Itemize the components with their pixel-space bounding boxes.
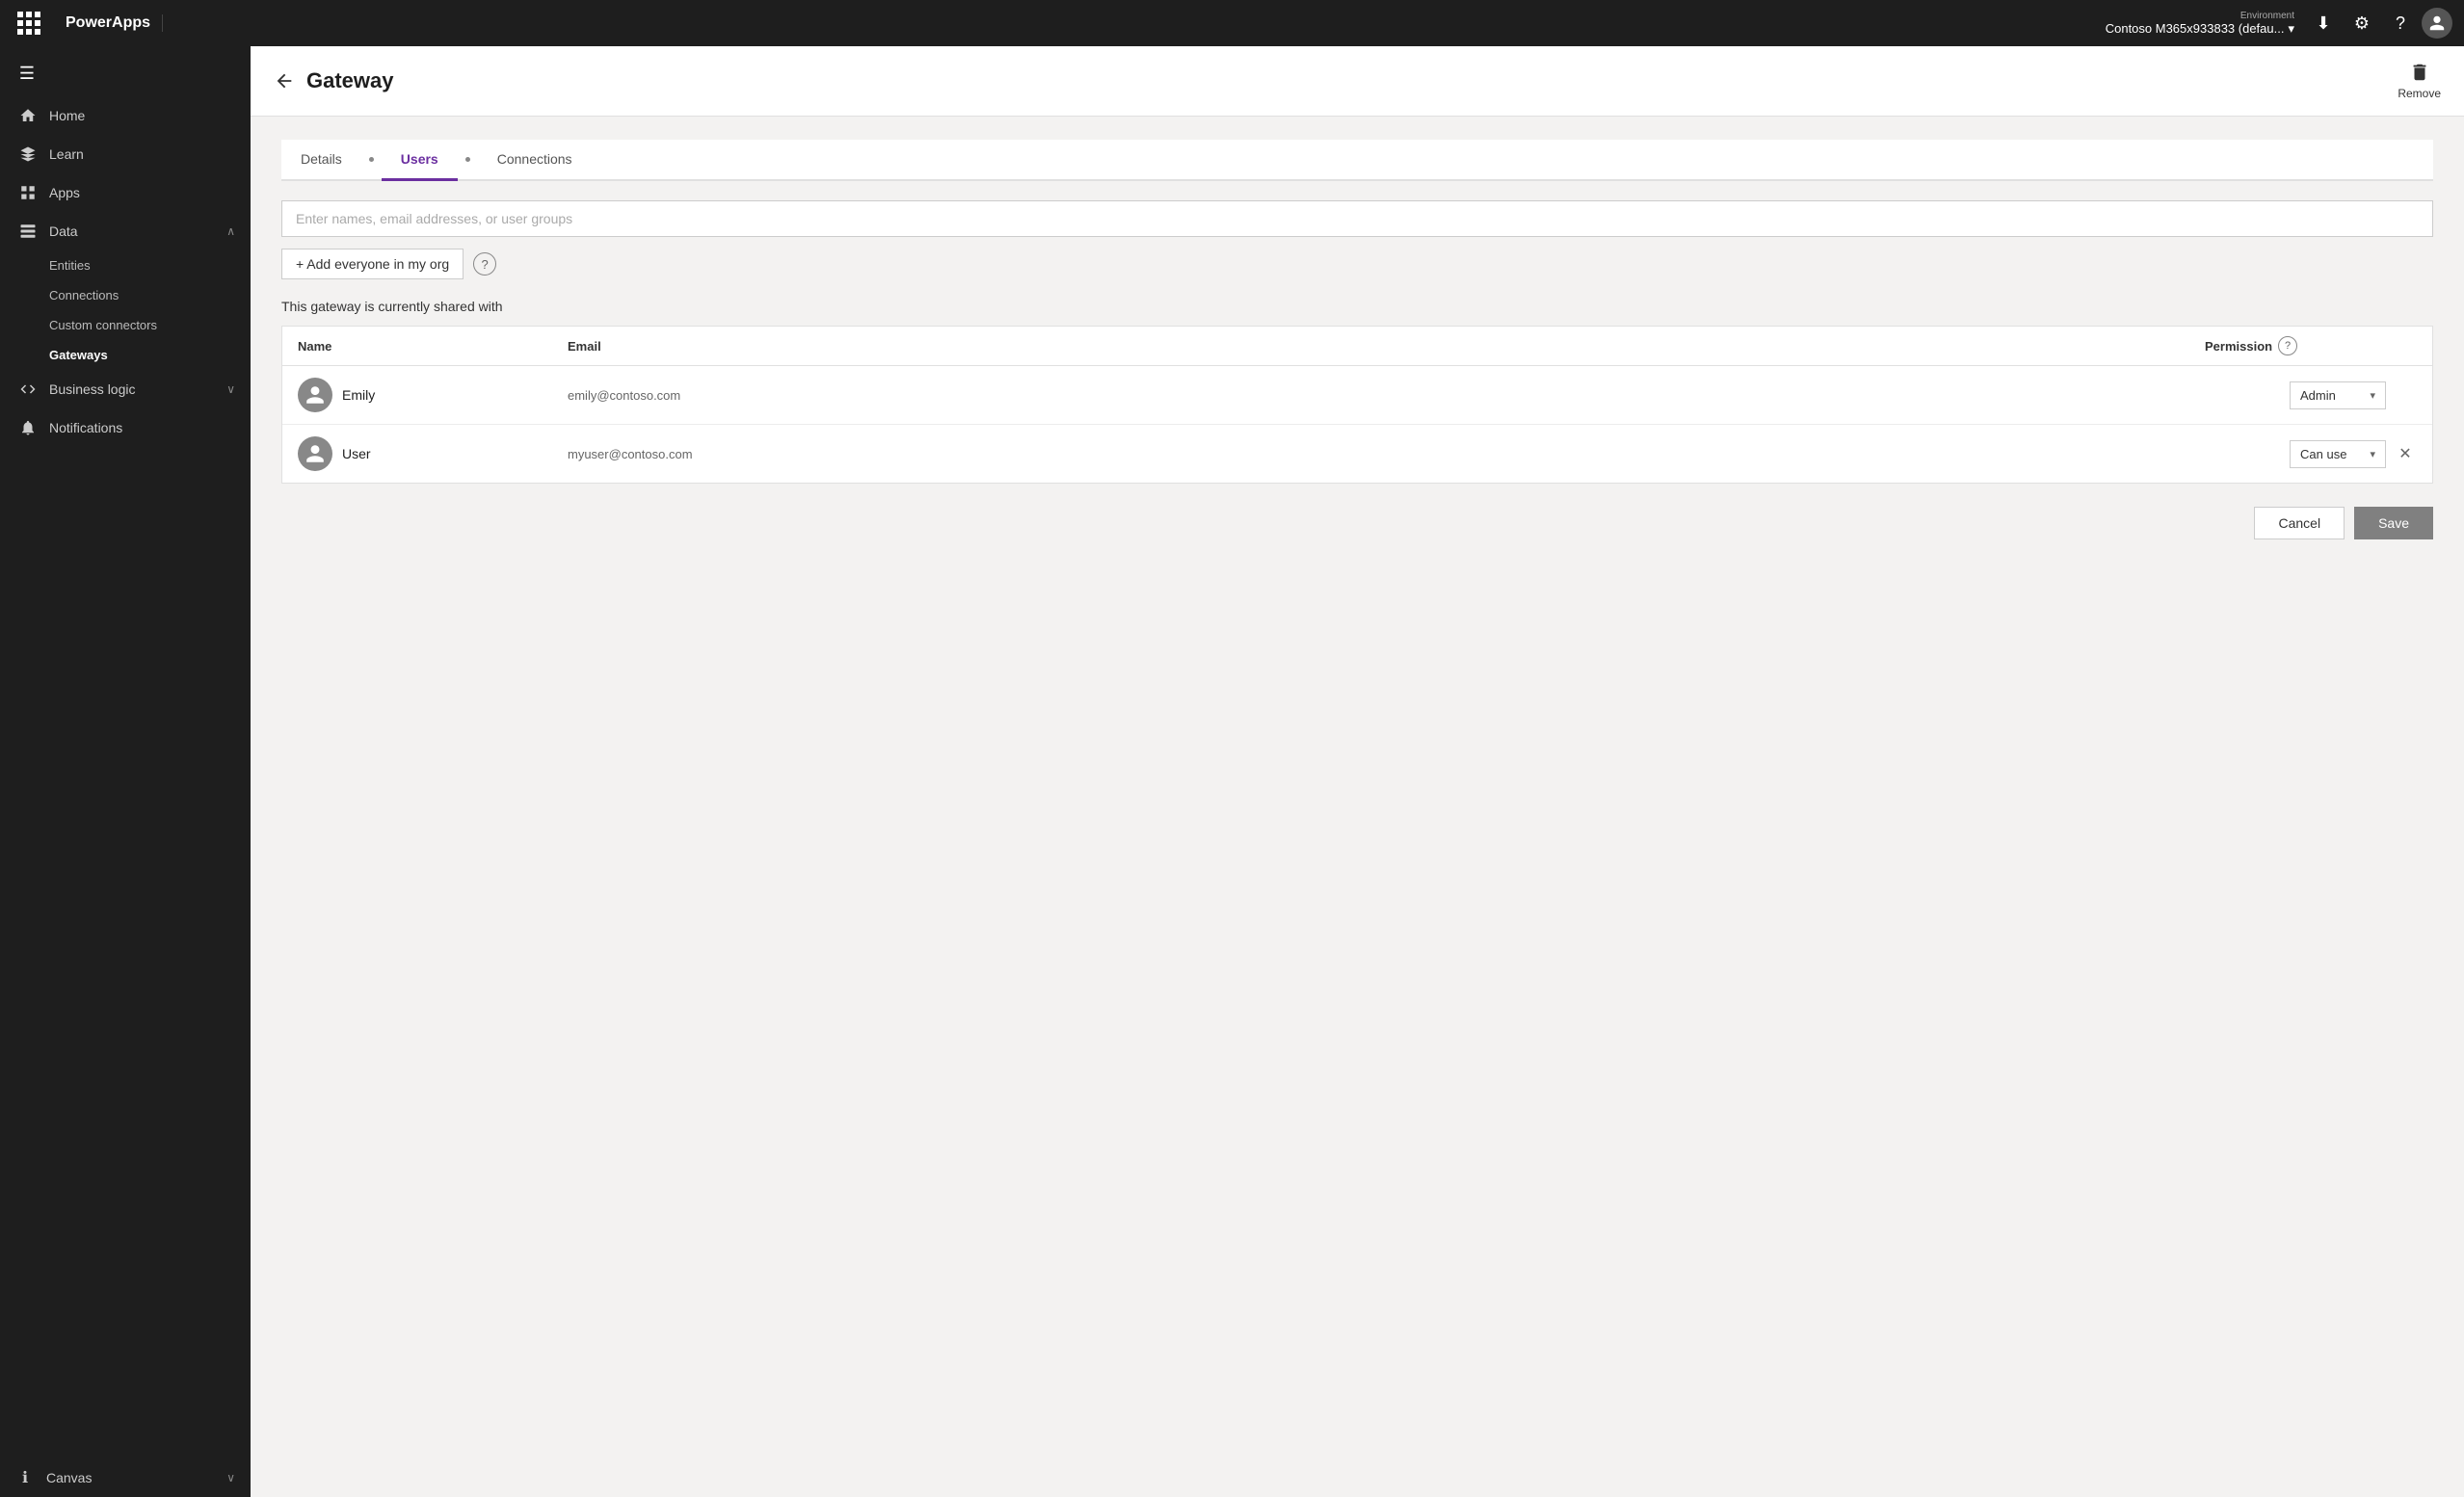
cancel-button[interactable]: Cancel	[2254, 507, 2345, 539]
sidebar-custom-connectors-label: Custom connectors	[49, 318, 157, 332]
notifications-icon	[18, 418, 38, 437]
user-avatar[interactable]	[2422, 8, 2452, 39]
col-header-permission: Permission ?	[2205, 336, 2417, 355]
environment-value[interactable]: Contoso M365x933833 (defau... ▾	[2106, 21, 2294, 37]
business-logic-icon	[18, 380, 38, 399]
user-cell-emily: Emily	[298, 378, 568, 412]
waffle-menu-button[interactable]	[12, 6, 46, 40]
topbar-actions: ⬇ ⚙ ?	[2306, 6, 2452, 40]
tabs: Details Users Connections	[281, 140, 2433, 181]
user-avatar-cell	[298, 436, 332, 471]
emily-avatar	[298, 378, 332, 412]
brand-name: PowerApps	[54, 14, 163, 32]
main-content: Gateway Remove Details Users	[251, 46, 2464, 1497]
sidebar-apps-label: Apps	[49, 185, 80, 200]
emily-permission-value: Admin	[2300, 388, 2336, 403]
user-search-input[interactable]	[281, 200, 2433, 237]
tab-dot-2	[465, 157, 470, 162]
sidebar-item-home[interactable]: Home	[0, 96, 251, 135]
sidebar-canvas-label: Canvas	[46, 1470, 92, 1485]
topbar: PowerApps Environment Contoso M365x93383…	[0, 0, 2464, 46]
sidebar-item-custom-connectors[interactable]: Custom connectors	[0, 310, 251, 340]
learn-icon	[18, 144, 38, 164]
users-table: Name Email Permission ? Emily e	[281, 326, 2433, 484]
user-cell-user: User	[298, 436, 568, 471]
sidebar-connections-label: Connections	[49, 288, 119, 302]
page-title: Gateway	[306, 68, 2386, 93]
emily-email: emily@contoso.com	[568, 388, 2205, 403]
add-everyone-button[interactable]: + Add everyone in my org	[281, 249, 464, 279]
waffle-icon	[17, 12, 40, 35]
sidebar-item-learn[interactable]: Learn	[0, 135, 251, 173]
main-layout: ☰ Home Learn Apps Data ∧	[0, 46, 2464, 1497]
emily-permission-cell: Admin ▾ ✕	[2205, 381, 2417, 409]
business-logic-chevron-icon: ∨	[226, 382, 235, 396]
sidebar-item-entities[interactable]: Entities	[0, 250, 251, 280]
environment-selector[interactable]: Environment Contoso M365x933833 (defau..…	[2106, 11, 2294, 37]
canvas-icon: ℹ	[15, 1468, 35, 1487]
sidebar-learn-label: Learn	[49, 146, 84, 162]
back-button[interactable]	[274, 70, 295, 92]
sidebar-item-data[interactable]: Data ∧	[0, 212, 251, 250]
user-remove-button[interactable]: ✕	[2394, 442, 2417, 465]
download-button[interactable]: ⬇	[2306, 6, 2341, 40]
user-permission-value: Can use	[2300, 447, 2346, 461]
table-row: User myuser@contoso.com Can use ▾ ✕	[282, 425, 2432, 483]
content-area: Details Users Connections + Add everyone…	[251, 117, 2464, 1497]
sidebar: ☰ Home Learn Apps Data ∧	[0, 46, 251, 1497]
data-icon	[18, 222, 38, 241]
col-header-email: Email	[568, 336, 2205, 355]
user-dropdown-chevron: ▾	[2370, 448, 2375, 460]
add-everyone-row: + Add everyone in my org ?	[281, 249, 2433, 279]
sidebar-item-connections[interactable]: Connections	[0, 280, 251, 310]
sidebar-item-apps[interactable]: Apps	[0, 173, 251, 212]
user-permission-dropdown[interactable]: Can use ▾	[2290, 440, 2386, 468]
emily-dropdown-chevron: ▾	[2370, 389, 2375, 402]
table-header: Name Email Permission ?	[282, 327, 2432, 366]
save-button[interactable]: Save	[2354, 507, 2433, 539]
apps-icon	[18, 183, 38, 202]
table-row: Emily emily@contoso.com Admin ▾ ✕	[282, 366, 2432, 425]
tab-users[interactable]: Users	[382, 140, 458, 181]
emily-permission-dropdown[interactable]: Admin ▾	[2290, 381, 2386, 409]
env-chevron-icon: ▾	[2288, 21, 2294, 37]
sidebar-entities-label: Entities	[49, 258, 91, 273]
help-button[interactable]: ?	[2383, 6, 2418, 40]
col-header-name: Name	[298, 336, 568, 355]
user-permission-cell: Can use ▾ ✕	[2205, 440, 2417, 468]
tab-connections[interactable]: Connections	[478, 140, 592, 181]
page-header: Gateway Remove	[251, 46, 2464, 117]
sidebar-gateways-label: Gateways	[49, 348, 108, 362]
tab-details[interactable]: Details	[281, 140, 361, 181]
add-everyone-label: + Add everyone in my org	[296, 256, 449, 272]
sidebar-business-logic-label: Business logic	[49, 381, 136, 397]
data-chevron-icon: ∧	[226, 224, 235, 238]
settings-button[interactable]: ⚙	[2345, 6, 2379, 40]
sidebar-item-notifications[interactable]: Notifications	[0, 408, 251, 447]
shared-with-label: This gateway is currently shared with	[281, 299, 2433, 314]
tab-dot-1	[369, 157, 374, 162]
permission-help-button[interactable]: ?	[2278, 336, 2297, 355]
remove-button[interactable]: Remove	[2398, 62, 2441, 100]
home-icon	[18, 106, 38, 125]
footer-buttons: Cancel Save	[281, 507, 2433, 539]
user-name: User	[342, 446, 371, 461]
sidebar-home-label: Home	[49, 108, 85, 123]
user-email: myuser@contoso.com	[568, 447, 2205, 461]
canvas-chevron-icon: ∨	[226, 1471, 235, 1484]
emily-name: Emily	[342, 387, 375, 403]
sidebar-bottom: ℹ Canvas ∨	[0, 1458, 251, 1497]
sidebar-notifications-label: Notifications	[49, 420, 122, 435]
sidebar-item-business-logic[interactable]: Business logic ∨	[0, 370, 251, 408]
trash-icon	[2409, 62, 2430, 83]
sidebar-toggle-button[interactable]: ☰	[8, 54, 46, 92]
help-icon: ?	[482, 257, 489, 272]
environment-label: Environment	[2240, 11, 2294, 21]
add-everyone-help-button[interactable]: ?	[473, 252, 496, 276]
sidebar-data-label: Data	[49, 223, 78, 239]
sidebar-bottom-canvas[interactable]: ℹ Canvas ∨	[0, 1458, 251, 1497]
sidebar-item-gateways[interactable]: Gateways	[0, 340, 251, 370]
